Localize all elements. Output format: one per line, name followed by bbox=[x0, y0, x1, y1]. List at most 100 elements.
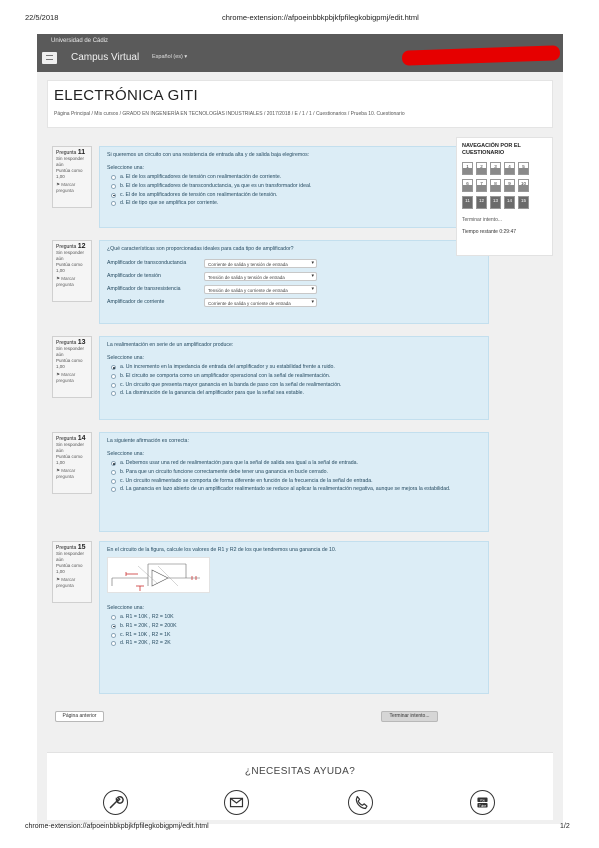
question-info: Pregunta 12 Sin responder aún Puntúa com… bbox=[52, 240, 92, 302]
nav-question-9[interactable]: 9 bbox=[504, 179, 515, 192]
match-label: Amplificador de tensión bbox=[107, 273, 161, 279]
question-text: La siguiente afirmación es correcta: bbox=[107, 438, 189, 444]
answer-option[interactable]: d. El de tipo que se amplifica por corri… bbox=[111, 200, 481, 207]
course-title: ELECTRÓNICA GITI bbox=[54, 87, 198, 104]
nav-question-11[interactable]: 11 bbox=[462, 196, 473, 209]
match-select[interactable]: Tensión de salida y corriente de entrada bbox=[204, 285, 317, 294]
option-text: b. El circuito se comporta como un ampli… bbox=[120, 372, 331, 379]
nav-question-2[interactable]: 2 bbox=[476, 162, 487, 175]
youtube-icon[interactable]: You Tube bbox=[470, 790, 495, 815]
question-points: Puntúa como 1,00 bbox=[56, 454, 83, 465]
answer-option[interactable]: c. R1 = 10K , R2 = 1K bbox=[111, 632, 481, 639]
answer-option[interactable]: c. Un circuito que presenta mayor gananc… bbox=[111, 382, 481, 389]
question-text: La realimentación en serie de un amplifi… bbox=[107, 342, 234, 348]
match-select[interactable]: Tensión de salida y tensión de entrada bbox=[204, 272, 317, 281]
radio-button[interactable] bbox=[111, 201, 116, 207]
option-text: c. El de los amplificadores de tensión c… bbox=[120, 191, 278, 198]
nav-question-6[interactable]: 6 bbox=[462, 179, 473, 192]
answer-option[interactable]: d. R1 = 20K , R2 = 2K bbox=[111, 640, 481, 647]
svg-text:You: You bbox=[480, 798, 486, 802]
answer-option[interactable]: c. Un circuito realimentado se comporta … bbox=[111, 478, 481, 485]
print-page-number: 1/2 bbox=[560, 823, 570, 830]
circuit-diagram bbox=[107, 557, 210, 593]
answer-option[interactable]: b. El circuito se comporta como un ampli… bbox=[111, 373, 481, 380]
nav-question-1[interactable]: 1 bbox=[462, 162, 473, 175]
match-select[interactable]: Corriente de salida y corriente de entra… bbox=[204, 298, 317, 307]
radio-button[interactable] bbox=[111, 391, 116, 397]
answer-option[interactable]: c. El de los amplificadores de tensión c… bbox=[111, 192, 481, 199]
finish-attempt-link[interactable]: Terminar intento... bbox=[462, 217, 547, 223]
answer-option[interactable]: b. R1 = 20K , R2 = 200K bbox=[111, 623, 481, 630]
circuit-drawing bbox=[111, 563, 200, 591]
radio-button[interactable] bbox=[111, 192, 116, 198]
radio-button[interactable] bbox=[111, 461, 116, 466]
question-text: Si queremos un circuito con una resisten… bbox=[107, 152, 310, 158]
flag-question-link[interactable]: ⚑ Marcar pregunta bbox=[56, 468, 88, 480]
flag-label: Marcar pregunta bbox=[56, 577, 76, 588]
match-label: Amplificador de corriente bbox=[107, 299, 165, 305]
site-name[interactable]: Campus Virtual bbox=[71, 52, 139, 63]
question-status: Sin responder aún bbox=[56, 551, 85, 562]
answer-option[interactable]: a. El de los amplificadores de tensión c… bbox=[111, 174, 481, 181]
answer-option[interactable]: a. R1 = 10K , R2 = 10K bbox=[111, 614, 481, 621]
match-row: Amplificador de corriente Corriente de sa… bbox=[107, 296, 481, 309]
radio-button[interactable] bbox=[111, 365, 116, 370]
question-points: Puntúa como 1,00 bbox=[56, 262, 83, 273]
answer-option[interactable]: a. Debemos usar una red de realimentació… bbox=[111, 460, 481, 467]
flag-question-link[interactable]: ⚑ Marcar pregunta bbox=[56, 276, 88, 288]
flag-question-link[interactable]: ⚑ Marcar pregunta bbox=[56, 182, 88, 194]
previous-page-button[interactable]: Página anterior bbox=[55, 711, 104, 722]
radio-button[interactable] bbox=[111, 641, 116, 647]
radio-button[interactable] bbox=[111, 175, 116, 180]
radio-button[interactable] bbox=[111, 615, 116, 620]
menu-toggle-button[interactable] bbox=[42, 52, 57, 64]
radio-button[interactable] bbox=[111, 382, 116, 388]
answer-option[interactable]: d. La disminución de la ganancia del amp… bbox=[111, 390, 481, 397]
flag-question-link[interactable]: ⚑ Marcar pregunta bbox=[56, 372, 88, 384]
svg-text:Tube: Tube bbox=[479, 804, 486, 808]
radio-button[interactable] bbox=[111, 373, 116, 379]
university-brand[interactable]: Universidad de Cádiz bbox=[51, 38, 108, 44]
wrench-icon[interactable] bbox=[103, 790, 128, 815]
question-text: En el circuito de la figura, calcule los… bbox=[107, 547, 337, 553]
match-select[interactable]: Corriente de salida y tensión de entrada bbox=[204, 259, 317, 268]
nav-question-8[interactable]: 8 bbox=[490, 179, 501, 192]
radio-button[interactable] bbox=[111, 183, 116, 189]
flag-question-link[interactable]: ⚑ Marcar pregunta bbox=[56, 577, 88, 589]
option-text: a. Debemos usar una red de realimentació… bbox=[120, 460, 358, 466]
radio-button[interactable] bbox=[111, 632, 116, 638]
nav-question-12[interactable]: 12 bbox=[476, 196, 487, 209]
finish-attempt-button[interactable]: Terminar intento... bbox=[381, 711, 438, 722]
select-label: Seleccione una: bbox=[107, 355, 144, 361]
nav-question-5[interactable]: 5 bbox=[518, 162, 529, 175]
print-url: chrome-extension://afpoeinbbkpbjkfpfileg… bbox=[222, 13, 419, 22]
nav-question-7[interactable]: 7 bbox=[476, 179, 487, 192]
nav-question-15[interactable]: 15 bbox=[518, 196, 529, 209]
radio-button[interactable] bbox=[111, 478, 116, 484]
redaction-mark bbox=[401, 45, 561, 66]
option-text: a. Un incremento en la impedancia de ent… bbox=[120, 364, 335, 370]
nav-question-4[interactable]: 4 bbox=[504, 162, 515, 175]
phone-icon[interactable] bbox=[348, 790, 373, 815]
page-navigation-buttons: Página anterior Terminar intento... bbox=[52, 711, 490, 723]
radio-button[interactable] bbox=[111, 487, 116, 493]
quiz-navigation-panel: NAVEGACIÓN POR EL CUESTIONARIO 1 2 3 4 5… bbox=[456, 137, 553, 256]
answer-option[interactable]: d. La ganancia en lazo abierto de un amp… bbox=[111, 486, 481, 493]
radio-button[interactable] bbox=[111, 623, 116, 629]
match-row: Amplificador de transconductancia Corrien… bbox=[107, 257, 481, 270]
answer-option[interactable]: b. El de los amplificadores de transcond… bbox=[111, 183, 481, 190]
question-points: Puntúa como 1,00 bbox=[56, 563, 83, 574]
language-label: Español (es) bbox=[152, 54, 183, 60]
print-date: 22/5/2018 bbox=[25, 13, 59, 22]
radio-button[interactable] bbox=[111, 469, 116, 475]
breadcrumb[interactable]: Página Principal / Mis cursos / GRADO EN… bbox=[54, 111, 405, 117]
language-selector[interactable]: Español (es) ▾ bbox=[152, 54, 187, 60]
nav-question-14[interactable]: 14 bbox=[504, 196, 515, 209]
nav-question-10[interactable]: 10 bbox=[518, 179, 529, 192]
answer-option[interactable]: b. Para que un circuito funcione correct… bbox=[111, 469, 481, 476]
option-text: a. El de los amplificadores de tensión c… bbox=[120, 174, 282, 180]
answer-option[interactable]: a. Un incremento en la impedancia de ent… bbox=[111, 364, 481, 371]
nav-question-3[interactable]: 3 bbox=[490, 162, 501, 175]
envelope-icon[interactable] bbox=[224, 790, 249, 815]
nav-question-13[interactable]: 13 bbox=[490, 196, 501, 209]
